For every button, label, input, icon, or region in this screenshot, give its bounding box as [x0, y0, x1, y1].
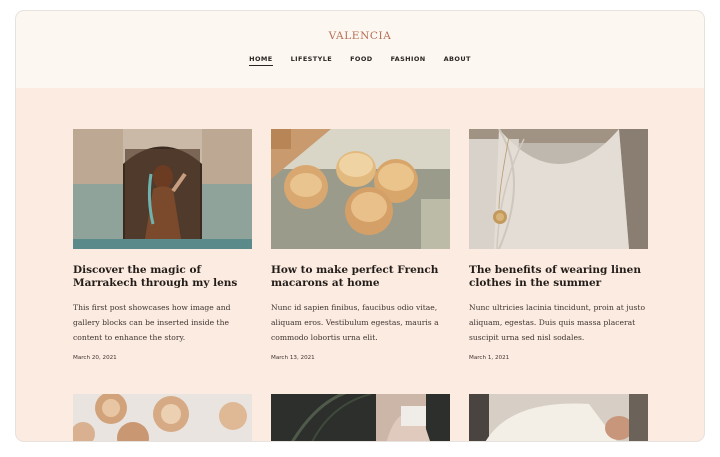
site-header: VALENCIA HOME LIFESTYLE FOOD FASHION ABO…	[16, 11, 704, 88]
post-image-blouse[interactable]	[469, 394, 648, 441]
nav-item-food[interactable]: FOOD	[350, 55, 373, 66]
post-image-marrakech[interactable]	[73, 129, 252, 249]
post-date: March 20, 2021	[73, 355, 117, 361]
posts-grid: Discover the magic of Marrakech through …	[73, 129, 649, 361]
post-excerpt: Nunc ultricies lacinia tincidunt, proin …	[469, 303, 646, 342]
post-excerpt: Nunc id sapien finibus, faucibus odio vi…	[271, 303, 439, 342]
post-image-palm[interactable]	[271, 394, 450, 441]
post-image-pastries[interactable]	[73, 394, 252, 441]
post-image-linen[interactable]	[469, 129, 648, 249]
post-card: Discover the magic of Marrakech through …	[73, 129, 252, 361]
post-card: How to make perfect French macarons at h…	[271, 129, 450, 361]
browser-frame: VALENCIA HOME LIFESTYLE FOOD FASHION ABO…	[15, 10, 705, 442]
nav-item-lifestyle[interactable]: LIFESTYLE	[291, 55, 332, 66]
more-posts-row	[73, 394, 649, 441]
post-card: The benefits of wearing linen clothes in…	[469, 129, 648, 361]
post-image-macarons[interactable]	[271, 129, 450, 249]
nav-item-about[interactable]: ABOUT	[444, 55, 471, 66]
nav-item-fashion[interactable]: FASHION	[391, 55, 426, 66]
main-nav: HOME LIFESTYLE FOOD FASHION ABOUT	[16, 55, 704, 66]
post-title[interactable]: The benefits of wearing linen clothes in…	[469, 264, 648, 290]
post-date: March 13, 2021	[271, 355, 315, 361]
post-title[interactable]: How to make perfect French macarons at h…	[271, 264, 450, 290]
site-title[interactable]: VALENCIA	[16, 30, 704, 42]
nav-item-home[interactable]: HOME	[249, 55, 273, 66]
post-excerpt: This first post showcases how image and …	[73, 303, 231, 342]
post-date: March 1, 2021	[469, 355, 510, 361]
post-title[interactable]: Discover the magic of Marrakech through …	[73, 264, 252, 290]
